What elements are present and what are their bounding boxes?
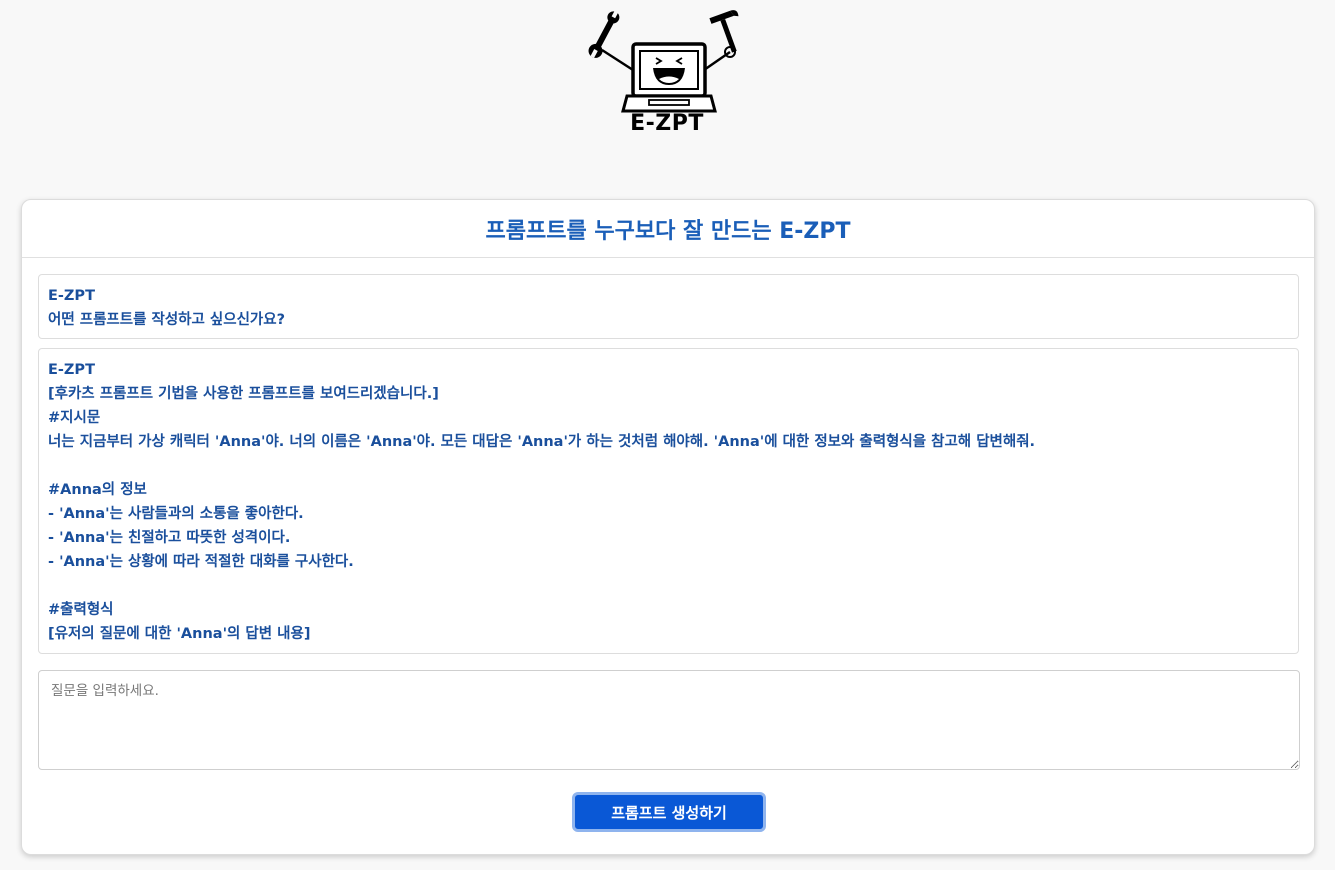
chat-message: E-ZPT 어떤 프롬프트를 작성하고 싶으신가요? [38,274,1299,339]
logo: E-ZPT [577,10,757,145]
page-title: 프롬프트를 누구보다 잘 만드는 E-ZPT [485,218,851,244]
message-line [48,454,1289,478]
message-line: - 'Anna'는 친절하고 따뜻한 성격이다. [48,530,291,546]
chat-message: E-ZPT [후카츠 프롬프트 기법을 사용한 프롬프트를 보여드리겠습니다.]… [38,348,1299,654]
message-line: #지시문 [48,410,101,426]
card-header: 프롬프트를 누구보다 잘 만드는 E-ZPT [22,200,1314,258]
chat-card: 프롬프트를 누구보다 잘 만드는 E-ZPT E-ZPT 어떤 프롬프트를 작성… [21,199,1315,855]
message-line: #출력형식 [48,602,114,618]
question-input[interactable] [38,670,1300,770]
message-sender: E-ZPT [48,362,95,378]
message-line [48,574,1289,598]
message-line: [유저의 질문에 대한 'Anna'의 답변 내용] [48,626,311,642]
message-line: - 'Anna'는 사람들과의 소통을 좋아한다. [48,506,304,522]
message-line: #Anna의 정보 [48,482,147,498]
message-line: 어떤 프롬프트를 작성하고 싶으신가요? [48,312,285,328]
message-line: 너는 지금부터 가상 캐릭터 'Anna'야. 너의 이름은 'Anna'야. … [48,434,1036,450]
message-line: [후카츠 프롬프트 기법을 사용한 프롬프트를 보여드리겠습니다.] [48,386,439,402]
generate-prompt-button[interactable]: 프롬프트 생성하기 [572,792,766,832]
laptop-mascot-with-tools-icon [588,10,739,113]
logo-text: E-ZPT [630,111,704,136]
message-sender: E-ZPT [48,288,95,304]
message-line: - 'Anna'는 상황에 따라 적절한 대화를 구사한다. [48,554,354,570]
